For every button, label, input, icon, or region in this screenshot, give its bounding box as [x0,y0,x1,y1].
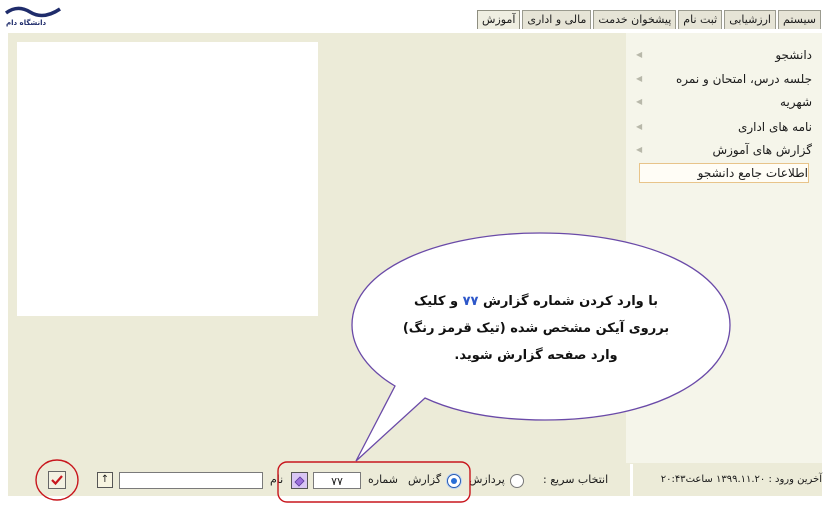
tab-finance[interactable]: مالی و اداری [522,10,592,29]
divider [630,464,633,496]
report-radio[interactable] [447,474,461,488]
tab-education[interactable]: آموزش [477,10,521,29]
callout-line-1-prefix: با وارد کردن شماره گزارش [482,294,659,309]
callout-line-1-suffix: و کلیک [413,294,459,309]
tab-service-desk[interactable]: پیشخوان خدمت [593,10,677,29]
menu-item-tuition[interactable]: شهریه ◀ [636,93,812,111]
callout-line-2: برروی آیکن مشخص شده (تیک قرمز رنگ) [402,321,670,336]
callout-line-1: با وارد کردن شماره گزارش ۷۷ و کلیک [380,288,692,315]
menu-item-label: گزارش های آموزش [712,143,812,157]
menu-arrow-icon: ◀ [636,74,643,83]
name-label: نام [270,473,284,486]
top-bar: دانشگاه دام آموزش مالی و اداری پیشخوان خ… [0,0,827,34]
side-menu: دانشجو ◀ جلسه درس، امتحان و نمره ◀ شهریه… [626,33,822,463]
logo-text: دانشگاه دام [6,19,47,27]
checkmark-icon[interactable] [48,471,66,489]
quick-select-label: انتخاب سریع : [543,473,609,486]
content-area [17,42,318,316]
menu-item-label: شهریه [780,95,812,109]
tab-system[interactable]: سیستم [778,10,821,29]
menu-item-education-reports[interactable]: گزارش های آموزش ◀ [636,141,812,159]
menu-item-student[interactable]: دانشجو ◀ [636,46,812,64]
menu-item-label: دانشجو [775,48,812,62]
callout-text: با وارد کردن شماره گزارش ۷۷ و کلیک برروی… [380,288,692,369]
name-input[interactable] [119,472,263,489]
menu-item-class-exam-grade[interactable]: جلسه درس، امتحان و نمره ◀ [636,70,812,88]
menu-item-label: اطلاعات جامع دانشجو [697,166,808,180]
arrow-up-icon[interactable]: ↑ [97,472,113,488]
menu-arrow-icon: ◀ [636,97,643,106]
eraser-icon[interactable] [291,472,308,489]
main-tabs: آموزش مالی و اداری پیشخوان خدمت ثبت نام … [477,10,821,29]
menu-item-student-info[interactable]: اطلاعات جامع دانشجو [639,163,809,183]
tab-evaluation[interactable]: ارزشیابی [724,10,776,29]
menu-arrow-icon: ◀ [636,145,643,154]
last-login-text: آخرین ورود : ۱۳۹۹.۱۱.۲۰ ساعت۲۰:۴۳ [660,474,822,485]
main-panel: دانشجو ◀ جلسه درس، امتحان و نمره ◀ شهریه… [8,33,822,496]
report-number-input[interactable]: ۷۷ [313,472,361,489]
menu-item-label: جلسه درس، امتحان و نمره [675,72,812,86]
tab-registration[interactable]: ثبت نام [678,10,723,29]
process-radio[interactable] [510,474,524,488]
menu-item-label: نامه های اداری [737,120,812,134]
menu-arrow-icon: ◀ [636,122,643,131]
callout-line-3: وارد صفحه گزارش شوید. [454,348,618,363]
university-logo: دانشگاه دام [4,5,62,31]
callout-number: ۷۷ [462,294,479,309]
quick-access-bar: آخرین ورود : ۱۳۹۹.۱۱.۲۰ ساعت۲۰:۴۳ انتخاب… [8,464,822,496]
report-label: گزارش [408,473,442,486]
process-label: پردازش [469,473,505,486]
menu-item-letters[interactable]: نامه های اداری ◀ [636,118,812,136]
number-label: شماره [368,473,399,486]
menu-arrow-icon: ◀ [636,50,643,59]
